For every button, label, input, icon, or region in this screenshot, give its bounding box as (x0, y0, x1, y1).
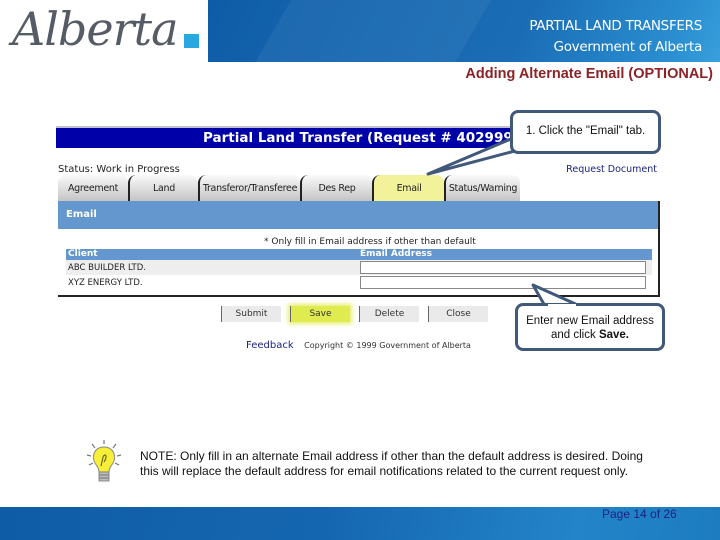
email-address-input[interactable] (360, 276, 646, 289)
tab-land[interactable]: Land (128, 175, 198, 201)
table-row: ABC BUILDER LTD. (66, 260, 652, 275)
logo-square-icon (184, 34, 199, 48)
tab-email[interactable]: Email (372, 175, 444, 201)
feedback-link[interactable]: Feedback (246, 340, 294, 351)
note-text: NOTE: Only fill in an alternate Email ad… (140, 449, 643, 478)
callout-step-2: Enter new Email address and click Save. (515, 303, 665, 351)
app-title: Partial Land Transfer (Request # 402999 (203, 130, 513, 146)
table-row: XYZ ENERGY LTD. (66, 275, 652, 290)
submit-button[interactable]: Submit (221, 306, 281, 322)
close-button[interactable]: Close (428, 306, 488, 322)
column-header-client: Client (68, 249, 98, 259)
copyright: Copyright © 1999 Government of Alberta (304, 341, 471, 350)
header-banner: PARTIAL LAND TRANSFERS Government of Alb… (208, 0, 720, 62)
email-grid: Client Email Address ABC BUILDER LTD. XY… (66, 249, 652, 290)
tab-status-warning[interactable]: Status/Warning (444, 175, 520, 201)
app-footer: Feedback Copyright © 1999 Government of … (246, 340, 471, 351)
lightbulb-icon (86, 440, 122, 482)
client-name: ABC BUILDER LTD. (68, 262, 146, 273)
delete-button[interactable]: Delete (359, 306, 419, 322)
slide-subtitle: Adding Alternate Email (OPTIONAL) (465, 66, 713, 82)
email-address-input[interactable] (360, 261, 646, 274)
save-button[interactable]: Save (290, 306, 350, 322)
callout-2-bold: Save. (598, 329, 629, 341)
callout-2-prefix: and click (551, 329, 599, 341)
client-name: XYZ ENERGY LTD. (68, 277, 143, 288)
panel-title: Email (58, 201, 658, 229)
callout-step-1: 1. Click the "Email" tab. (510, 110, 661, 154)
banner-title: PARTIAL LAND TRANSFERS Government of Alb… (529, 16, 702, 58)
callout-2-line-2: and click Save. (518, 328, 662, 342)
callout-2-line-1: Enter new Email address (526, 315, 654, 327)
grid-header: Client Email Address (66, 249, 652, 260)
button-bar: Submit Save Delete Close (221, 306, 488, 322)
tab-transferor-transferee[interactable]: Transferor/Transferee (198, 175, 300, 201)
tab-bar: Agreement Land Transferor/Transferee Des… (58, 175, 520, 201)
status-line: Status: Work in Progress (58, 164, 180, 175)
banner-line-2: Government of Alberta (553, 39, 703, 55)
page-number: Page 14 of 26 (602, 507, 677, 521)
alberta-logo: Alberta (0, 0, 208, 62)
email-panel: Email * Only fill in Email address if ot… (58, 201, 660, 297)
column-header-email: Email Address (360, 249, 433, 259)
status-value: Work in Progress (96, 164, 180, 175)
logo-wordmark: Alberta (12, 2, 178, 56)
tab-des-rep[interactable]: Des Rep (300, 175, 372, 201)
status-label: Status: (58, 164, 94, 175)
tab-agreement[interactable]: Agreement (58, 175, 128, 201)
request-document-link[interactable]: Request Document (566, 164, 657, 175)
banner-line-1: PARTIAL LAND TRANSFERS (529, 18, 702, 34)
panel-note: * Only fill in Email address if other th… (264, 237, 476, 247)
